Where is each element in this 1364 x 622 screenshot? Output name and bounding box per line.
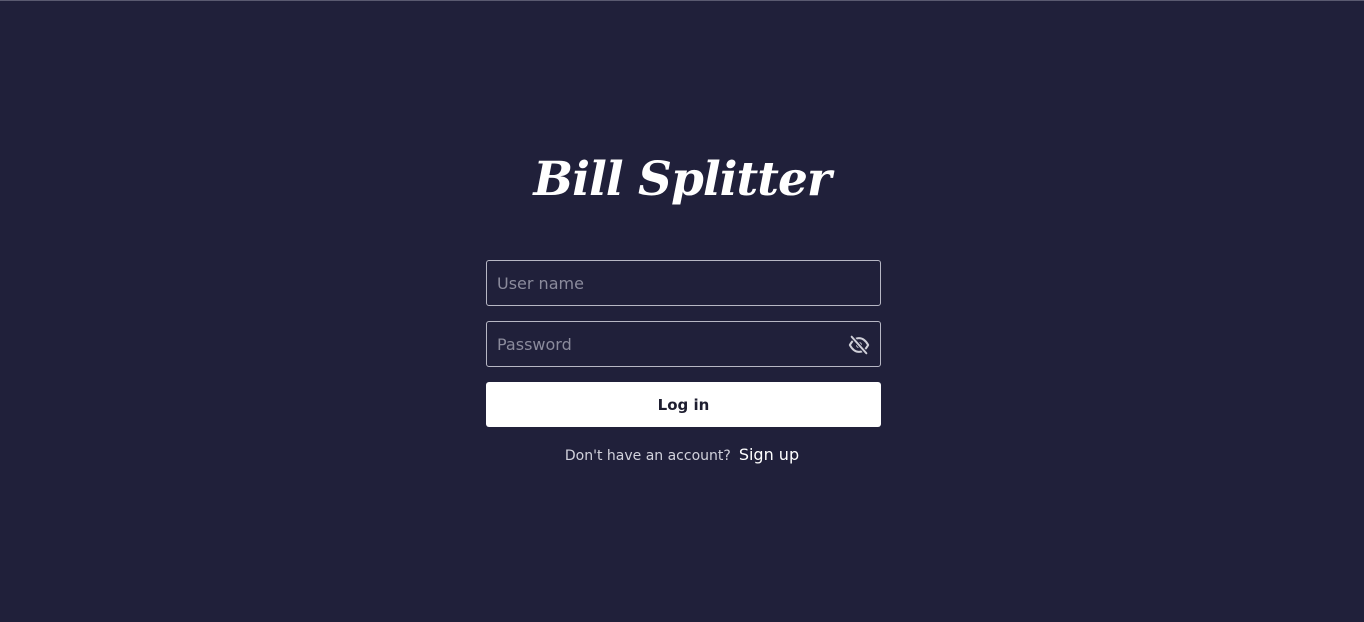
signup-link[interactable]: Sign up xyxy=(739,445,799,464)
username-field[interactable] xyxy=(486,260,881,306)
signup-row: Don't have an account? Sign up xyxy=(0,443,1364,467)
signup-prompt: Don't have an account? xyxy=(564,448,731,464)
username-input[interactable] xyxy=(487,261,880,305)
password-input[interactable] xyxy=(487,322,880,366)
eye-off-icon[interactable] xyxy=(848,334,870,356)
login-button[interactable]: Log in xyxy=(486,382,881,427)
app-title: Bill Splitter xyxy=(533,152,831,207)
password-field[interactable] xyxy=(486,321,881,367)
